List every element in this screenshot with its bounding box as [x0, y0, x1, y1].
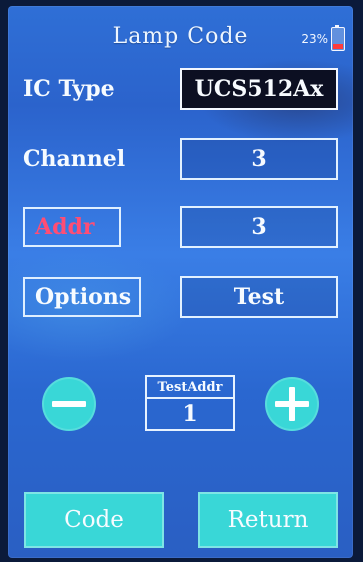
- plus-vertical-bar: [289, 387, 295, 421]
- test-addr-label: TestAddr: [147, 377, 233, 399]
- addr-label[interactable]: Addr: [23, 207, 121, 247]
- battery-status: 23%: [301, 25, 345, 51]
- device-screen: Lamp Code 23% IC Type UCS512Ax Channel 3…: [8, 6, 353, 558]
- test-addr-box: TestAddr 1: [145, 375, 235, 431]
- ic-type-label: IC Type: [23, 76, 115, 102]
- addr-value[interactable]: 3: [180, 206, 338, 248]
- channel-label: Channel: [23, 146, 126, 172]
- return-button[interactable]: Return: [198, 492, 338, 548]
- channel-value[interactable]: 3: [180, 138, 338, 180]
- battery-percent: 23%: [301, 32, 328, 46]
- options-value[interactable]: Test: [180, 276, 338, 318]
- code-button[interactable]: Code: [24, 492, 164, 548]
- battery-icon: [331, 25, 345, 51]
- minus-button[interactable]: [42, 377, 96, 431]
- channel-row: Channel 3: [23, 138, 338, 180]
- ic-type-row: IC Type UCS512Ax: [23, 68, 338, 110]
- battery-level-fill: [333, 44, 343, 49]
- plus-button[interactable]: [265, 377, 319, 431]
- ic-type-value[interactable]: UCS512Ax: [180, 68, 338, 110]
- options-label[interactable]: Options: [23, 277, 141, 317]
- addr-row: Addr 3: [23, 206, 338, 248]
- test-addr-value: 1: [182, 401, 198, 427]
- minus-circle-icon: [52, 401, 86, 407]
- options-row: Options Test: [23, 276, 338, 318]
